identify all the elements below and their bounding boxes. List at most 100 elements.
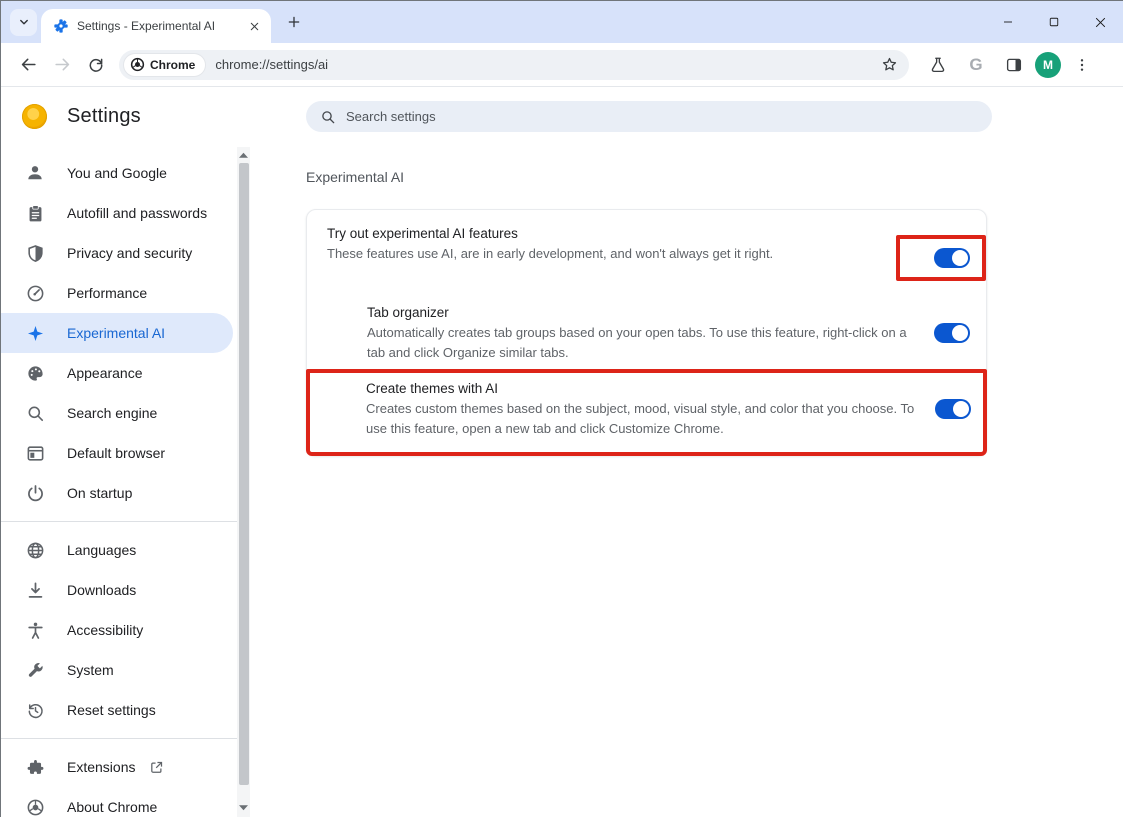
setting-title: Create themes with AI <box>366 379 935 399</box>
sparkle-icon <box>25 323 45 343</box>
browser-toolbar: Chrome chrome://settings/ai G M <box>1 43 1123 87</box>
close-window-button[interactable] <box>1077 1 1123 43</box>
sidebar-nav: You and Google Autofill and passwords Pr… <box>1 147 237 817</box>
new-tab-button[interactable] <box>281 9 307 35</box>
reload-button[interactable] <box>79 48 113 82</box>
settings-search[interactable] <box>306 101 992 132</box>
sidebar-item-label: Default browser <box>67 445 165 461</box>
tab-close-icon[interactable] <box>245 17 263 35</box>
sidebar-item-default-browser[interactable]: Default browser <box>1 433 233 473</box>
scrollbar-down-arrow[interactable] <box>237 801 250 815</box>
toggle-knob <box>952 325 968 341</box>
url-text[interactable]: chrome://settings/ai <box>215 57 875 72</box>
sidebar-item-search-engine[interactable]: Search engine <box>1 393 233 433</box>
tab-strip: Settings - Experimental AI <box>1 1 1123 43</box>
setting-description: Automatically creates tab groups based o… <box>367 323 927 363</box>
browser-window: Settings - Experimental AI <box>0 0 1123 817</box>
sidebar-item-about-chrome[interactable]: About Chrome <box>1 787 233 817</box>
site-chip-label: Chrome <box>150 58 195 72</box>
scrollbar-thumb[interactable] <box>239 163 249 785</box>
back-button[interactable] <box>11 48 45 82</box>
sidebar-item-system[interactable]: System <box>1 650 233 690</box>
tab-search-button[interactable] <box>10 9 37 36</box>
setting-description: Creates custom themes based on the subje… <box>366 399 926 439</box>
setting-description: These features use AI, are in early deve… <box>327 244 887 264</box>
globe-icon <box>25 540 45 560</box>
power-icon <box>25 483 45 503</box>
red-highlight-box-create-themes: Create themes with AI Creates custom the… <box>306 369 987 456</box>
maximize-button[interactable] <box>1031 1 1077 43</box>
sidebar-item-privacy[interactable]: Privacy and security <box>1 233 233 273</box>
setting-row-tab-organizer: Tab organizer Automatically creates tab … <box>307 299 986 369</box>
nav-divider <box>1 738 237 739</box>
sidebar-item-label: System <box>67 662 114 678</box>
kebab-menu-icon[interactable] <box>1065 48 1099 82</box>
labs-flask-icon[interactable] <box>921 48 955 82</box>
settings-header: Settings <box>1 87 1123 147</box>
sidebar-item-accessibility[interactable]: Accessibility <box>1 610 233 650</box>
sidebar-item-label: Experimental AI <box>67 325 165 341</box>
magnifier-icon <box>25 403 45 423</box>
sidebar-item-label: Privacy and security <box>67 245 192 261</box>
profile-avatar[interactable]: M <box>1035 52 1061 78</box>
nav-divider <box>1 521 237 522</box>
sidebar-item-label: About Chrome <box>67 799 157 815</box>
sidebar-item-label: You and Google <box>67 165 167 181</box>
sidebar-item-autofill[interactable]: Autofill and passwords <box>1 193 233 233</box>
bookmark-star-icon[interactable] <box>875 51 903 79</box>
shield-icon <box>25 243 45 263</box>
scrollbar-up-arrow[interactable] <box>237 148 250 162</box>
toolbar-right-icons: G M <box>921 48 1099 82</box>
setting-title: Try out experimental AI features <box>327 224 896 244</box>
toggle-create-themes[interactable] <box>935 399 971 419</box>
sidebar-item-on-startup[interactable]: On startup <box>1 473 233 513</box>
sidebar-item-you-and-google[interactable]: You and Google <box>1 153 233 193</box>
sidebar-item-reset-settings[interactable]: Reset settings <box>1 690 233 730</box>
main-content: Experimental AI Try out experimental AI … <box>250 147 1123 817</box>
accessibility-icon <box>25 620 45 640</box>
side-panel-icon[interactable] <box>997 48 1031 82</box>
sidebar-item-label: Search engine <box>67 405 157 421</box>
google-g-icon[interactable]: G <box>959 48 993 82</box>
chevron-down-icon <box>17 15 31 29</box>
sidebar-item-label: Reset settings <box>67 702 156 718</box>
setting-row-text: Try out experimental AI features These f… <box>327 224 896 281</box>
setting-row-text: Tab organizer Automatically creates tab … <box>367 303 934 363</box>
sidebar-item-extensions[interactable]: Extensions <box>1 747 233 787</box>
sidebar-item-downloads[interactable]: Downloads <box>1 570 233 610</box>
chrome-outline-icon <box>25 797 45 817</box>
tab-title: Settings - Experimental AI <box>77 19 245 33</box>
sidebar-item-languages[interactable]: Languages <box>1 530 233 570</box>
toggle-tab-organizer[interactable] <box>934 323 970 343</box>
settings-brand: Settings <box>22 104 141 129</box>
sidebar-item-appearance[interactable]: Appearance <box>1 353 233 393</box>
download-icon <box>25 580 45 600</box>
external-link-icon <box>149 760 164 775</box>
sidebar-item-label: Downloads <box>67 582 136 598</box>
sidebar-item-experimental-ai[interactable]: Experimental AI <box>1 313 233 353</box>
setting-row-text: Create themes with AI Creates custom the… <box>366 379 935 439</box>
chrome-canary-logo-icon <box>22 104 47 129</box>
page-title: Settings <box>67 105 141 128</box>
sidebar-item-performance[interactable]: Performance <box>1 273 233 313</box>
experimental-ai-card: Try out experimental AI features These f… <box>306 209 987 456</box>
red-highlight-box-toggle <box>896 235 986 281</box>
toggle-try-experimental-ai[interactable] <box>934 248 970 268</box>
sidebar-item-label: Autofill and passwords <box>67 205 207 221</box>
browser-tab[interactable]: Settings - Experimental AI <box>41 9 271 43</box>
history-reset-icon <box>25 700 45 720</box>
forward-button[interactable] <box>45 48 79 82</box>
minimize-button[interactable] <box>985 1 1031 43</box>
window-controls <box>985 1 1123 43</box>
site-chip[interactable]: Chrome <box>124 54 205 76</box>
sidebar-item-label: On startup <box>67 485 132 501</box>
sidebar-scrollbar[interactable] <box>237 147 250 817</box>
settings-gear-favicon-icon <box>53 18 69 34</box>
sidebar-item-label: Performance <box>67 285 147 301</box>
avatar-letter: M <box>1043 58 1053 72</box>
setting-row-create-themes: Create themes with AI Creates custom the… <box>310 373 983 452</box>
address-bar[interactable]: Chrome chrome://settings/ai <box>119 50 909 80</box>
search-input[interactable] <box>346 109 938 124</box>
speedometer-icon <box>25 283 45 303</box>
chrome-logo-icon <box>130 57 145 72</box>
